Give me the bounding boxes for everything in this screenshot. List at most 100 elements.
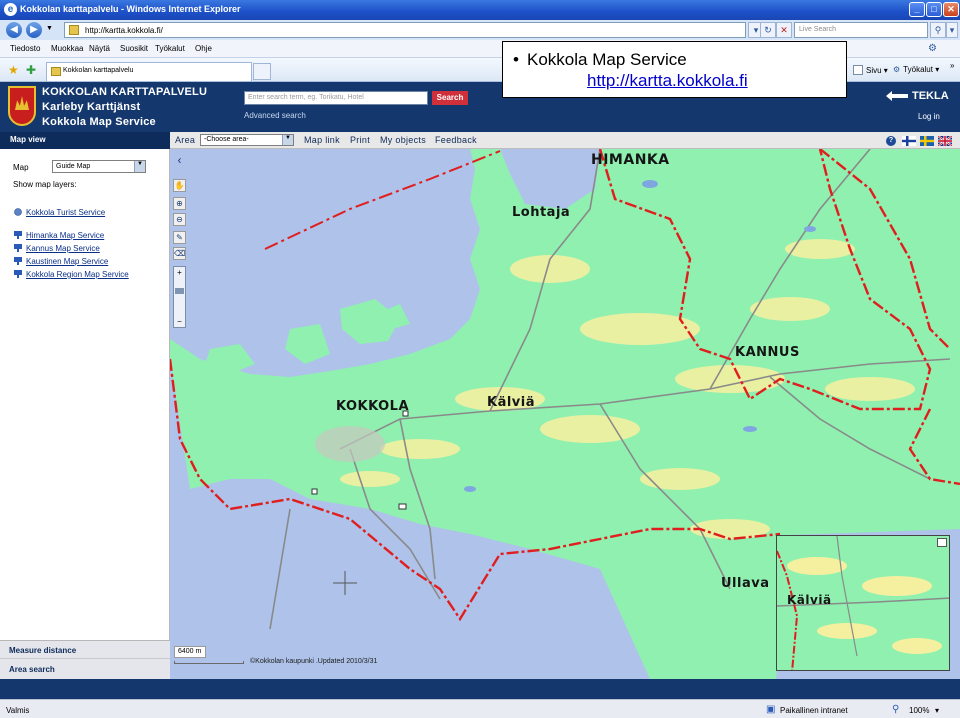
ie-logo-icon: e — [4, 3, 17, 16]
search-icon[interactable]: ⚲ — [930, 22, 946, 38]
stop-icon[interactable]: ✕ — [776, 22, 792, 38]
address-bar: ◀ ▶ ▼ http://kartta.kokkola.fi/ ▾ ↻ ✕ Li… — [0, 20, 960, 40]
back-icon[interactable]: ◀ — [6, 22, 22, 38]
menu-help[interactable]: Ohje — [195, 44, 212, 53]
map-service-icon — [14, 231, 22, 239]
header-title-fi: KOKKOLAN KARTTAPALVELU — [42, 86, 208, 98]
tab-kokkolan-karttapalvelu[interactable]: Kokkolan karttapalvelu — [46, 62, 252, 81]
my-objects-link[interactable]: My objects — [380, 135, 426, 145]
service-label: Kannus Map Service — [26, 244, 100, 253]
help-icon[interactable]: ? — [886, 136, 896, 146]
header-title-en: Kokkola Map Service — [42, 116, 156, 128]
site-search-input[interactable]: Enter search term, eg. Torikatu, Hotel — [244, 91, 428, 105]
area-select-value: -Choose area- — [204, 136, 249, 143]
map-marker — [398, 503, 407, 510]
zoom-plus-icon[interactable]: + — [175, 268, 184, 277]
security-zone-text: Paikallinen intranet — [780, 706, 848, 715]
tools-menu-label: Työkalut — [903, 65, 933, 74]
map-link[interactable]: Map link — [304, 135, 340, 145]
live-search-input[interactable]: Live Search — [794, 22, 928, 38]
forward-icon[interactable]: ▶ — [26, 22, 42, 38]
service-label: Kaustinen Map Service — [26, 257, 109, 266]
caption-url-link[interactable]: http://kartta.kokkola.fi — [587, 71, 748, 91]
maximize-icon[interactable]: □ — [926, 2, 942, 17]
map-toolbar: Map view Area -Choose area- ▼ Map link Pr… — [0, 132, 960, 149]
map-select[interactable]: Guide Map ▼ — [52, 160, 146, 173]
measure-distance-panel[interactable]: Measure distance — [0, 640, 170, 659]
map-select-value: Guide Map — [56, 163, 91, 170]
kokkola-coat-of-arms-logo — [8, 86, 36, 126]
kaustinen-service-link[interactable]: Kaustinen Map Service — [14, 257, 108, 266]
zoom-level[interactable]: 100% — [909, 706, 929, 715]
caption-title: Kokkola Map Service — [527, 50, 687, 69]
zoom-in-icon[interactable]: ⊕ — [173, 197, 186, 210]
history-dropdown-icon[interactable]: ▼ — [46, 25, 53, 32]
pan-hand-icon[interactable]: ✋ — [173, 179, 186, 192]
uk-flag-icon[interactable] — [938, 136, 952, 146]
clear-brush-icon[interactable]: ⌫ — [173, 247, 186, 260]
toolbar-options-icon[interactable]: ⚙ — [928, 43, 937, 54]
add-favorite-icon[interactable]: ✚ — [26, 63, 36, 77]
chevron-more-icon[interactable]: » — [950, 61, 954, 70]
tourist-service-label: Kokkola Turist Service — [26, 208, 106, 217]
window-title: Kokkolan karttapalvelu - Windows Interne… — [20, 4, 241, 14]
tourist-service-link[interactable]: Kokkola Turist Service — [14, 208, 105, 217]
map-marker — [311, 488, 318, 495]
map-service-icon — [14, 270, 22, 278]
area-label: Area — [175, 135, 196, 145]
swedish-flag-icon[interactable] — [920, 136, 934, 146]
tekla-logo: TEKLA — [886, 90, 949, 102]
feedback-link[interactable]: Feedback — [435, 135, 477, 145]
zoom-dropdown-icon[interactable]: ▾ — [935, 706, 939, 715]
zoom-minus-icon[interactable]: − — [175, 317, 184, 326]
menu-tools[interactable]: Työkalut — [155, 44, 185, 53]
chevron-down-icon: ▼ — [134, 161, 145, 172]
login-link[interactable]: Log in — [918, 112, 940, 121]
tools-menu[interactable]: ⚙ Työkalut ▾ — [893, 65, 939, 74]
map-label: Map — [13, 163, 29, 172]
tekla-brand-text: TEKLA — [912, 90, 949, 102]
overview-map[interactable]: Kälviä — [776, 535, 950, 671]
place-label-kannus: KANNUS — [735, 345, 800, 360]
print-link[interactable]: Print — [350, 135, 370, 145]
place-label-kokkola: KOKKOLA — [336, 399, 410, 414]
status-bar: Valmis ▣ Paikallinen intranet ⚲ 100% ▾ — [0, 699, 960, 718]
minimize-icon[interactable]: _ — [909, 2, 925, 17]
tab-label: Kokkolan karttapalvelu — [63, 67, 134, 74]
overview-toggle-icon[interactable] — [937, 538, 947, 547]
address-input[interactable]: http://kartta.kokkola.fi/ — [64, 22, 746, 38]
header-title-sv: Karleby Karttjänst — [42, 101, 141, 113]
refresh-icon[interactable]: ↻ — [760, 22, 776, 38]
himanka-service-link[interactable]: Himanka Map Service — [14, 231, 104, 240]
zoom-magnifier-icon[interactable]: ⚲ — [892, 704, 899, 715]
page-menu-label: Sivu — [866, 66, 882, 75]
left-panel: Map Guide Map ▼ Show map layers: Kokkola … — [0, 149, 170, 679]
area-search-panel[interactable]: Area search — [0, 659, 170, 679]
site-search-button[interactable]: Search — [432, 91, 468, 105]
address-text: http://kartta.kokkola.fi/ — [85, 26, 163, 35]
zoom-slider[interactable]: + − — [173, 266, 186, 328]
favorites-star-icon[interactable]: ★ — [8, 63, 19, 77]
advanced-search-link[interactable]: Advanced search — [244, 111, 306, 120]
page-menu[interactable]: Sivu ▾ — [853, 65, 888, 75]
menu-view[interactable]: Näytä — [89, 44, 110, 53]
area-select[interactable]: -Choose area- ▼ — [200, 134, 294, 146]
map-canvas[interactable]: HIMANKA Lohtaja KANNUS KOKKOLA Kälviä Ul… — [170, 149, 960, 679]
search-options-icon[interactable]: ▾ — [946, 22, 958, 38]
chevron-down-icon: ▼ — [282, 135, 293, 145]
menu-file[interactable]: Tiedosto — [10, 44, 40, 53]
zoom-slider-thumb[interactable] — [175, 288, 184, 294]
kannus-service-link[interactable]: Kannus Map Service — [14, 244, 100, 253]
close-icon[interactable]: ✕ — [943, 2, 959, 17]
intranet-zone-icon: ▣ — [766, 704, 776, 715]
collapse-panel-chevron-icon[interactable]: ‹ — [173, 154, 186, 168]
finnish-flag-icon[interactable] — [902, 136, 916, 146]
kokkola-region-service-link[interactable]: Kokkola Region Map Service — [14, 270, 129, 279]
new-tab-button[interactable] — [253, 63, 271, 80]
window-title-bar: e Kokkolan karttapalvelu - Windows Inter… — [0, 0, 960, 20]
zoom-out-icon[interactable]: ⊖ — [173, 213, 186, 226]
menu-favorites[interactable]: Suosikit — [120, 44, 148, 53]
bullet-glyph: • — [513, 50, 519, 69]
measure-ruler-icon[interactable]: ✎ — [173, 231, 186, 244]
menu-edit[interactable]: Muokkaa — [51, 44, 83, 53]
